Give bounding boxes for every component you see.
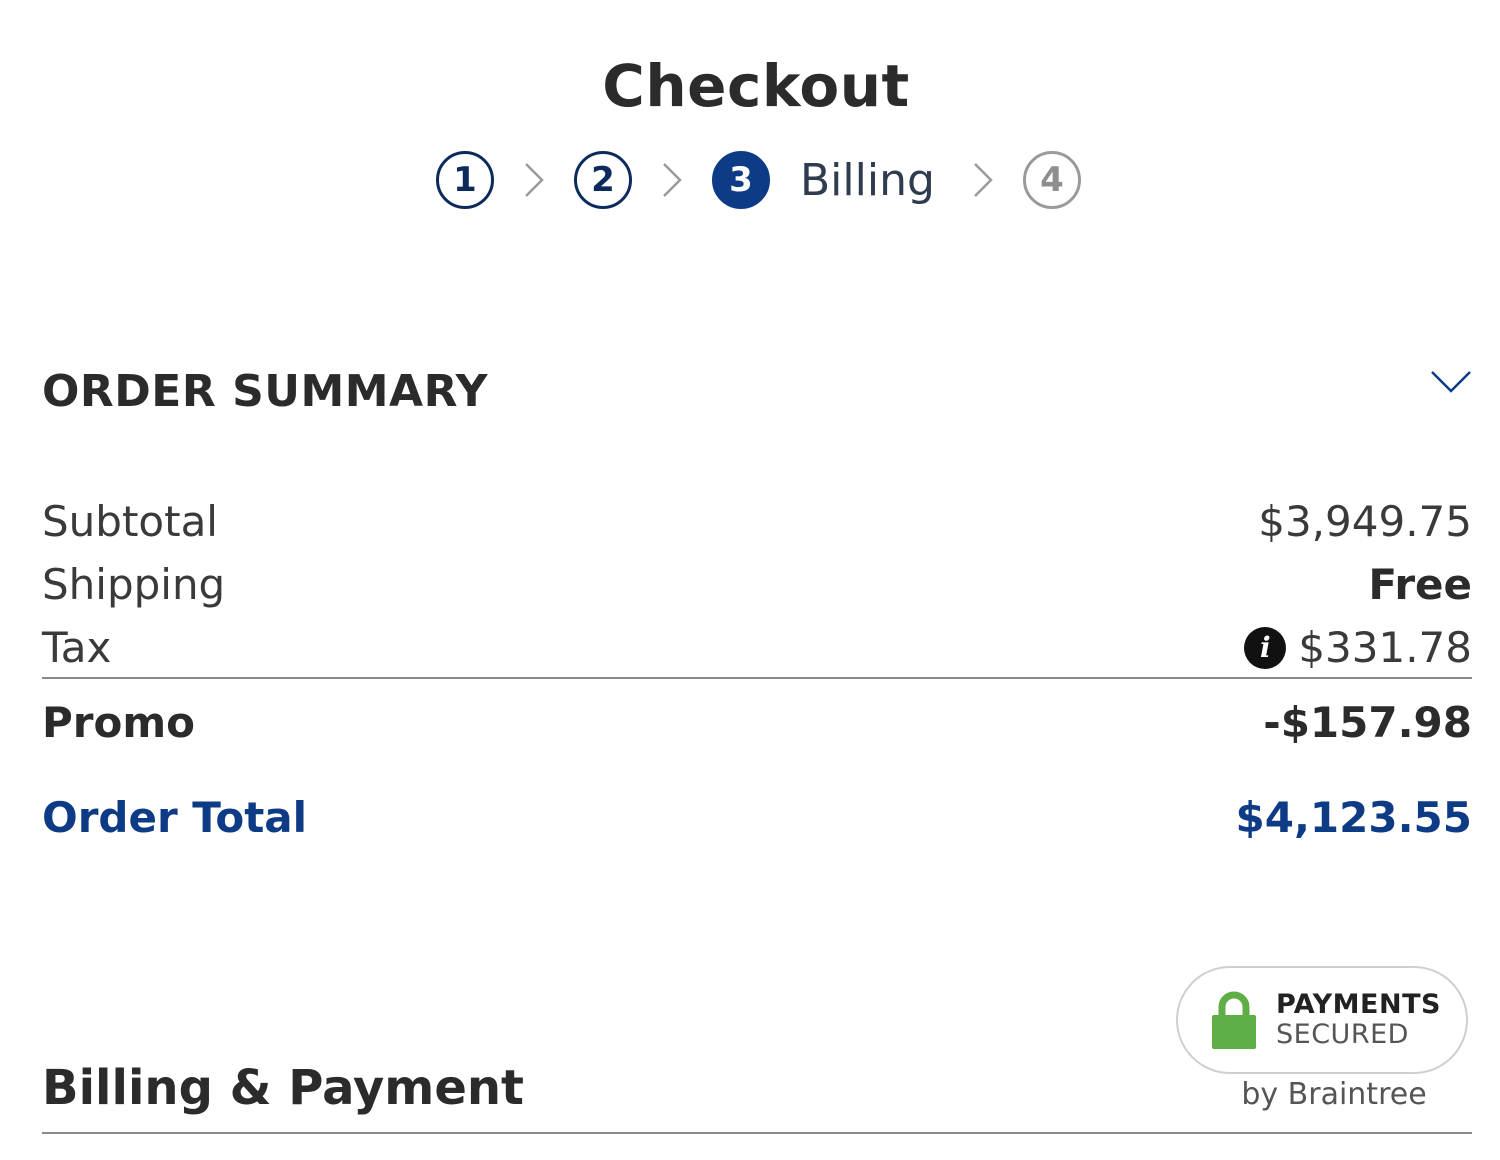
payments-secured-badge: PAYMENTS SECURED (1176, 966, 1468, 1074)
step-1-button[interactable]: 1 (436, 151, 494, 209)
subtotal-value: $3,949.75 (1258, 497, 1472, 546)
step-2-button[interactable]: 2 (574, 151, 632, 209)
step-3-current: 3 (712, 151, 770, 209)
checkout-stepper: 1 2 3 Billing 4 (436, 148, 1081, 212)
tax-label: Tax (42, 623, 112, 672)
step-4-upcoming: 4 (1022, 151, 1081, 209)
subtotal-row: Subtotal $3,949.75 (42, 490, 1472, 553)
order-total-row: Order Total $4,123.55 (42, 793, 1472, 842)
chevron-right-icon (963, 160, 1003, 200)
billing-divider (42, 1132, 1472, 1134)
chevron-down-icon[interactable] (1426, 364, 1476, 400)
padlock-icon (1212, 991, 1256, 1049)
summary-divider (42, 677, 1472, 679)
badge-subtitle: SECURED (1276, 1019, 1409, 1050)
badge-title: PAYMENTS (1276, 989, 1441, 1021)
promo-label: Promo (42, 698, 195, 747)
order-summary-list: Subtotal $3,949.75 Shipping Free Tax i $… (42, 490, 1472, 679)
chevron-right-icon (652, 160, 692, 200)
shipping-label: Shipping (42, 560, 226, 609)
tax-row: Tax i $331.78 (42, 616, 1472, 679)
tax-value: $331.78 (1298, 623, 1472, 672)
shipping-row: Shipping Free (42, 553, 1472, 616)
billing-section-title: Billing & Payment (42, 1060, 524, 1116)
order-total-value: $4,123.55 (1235, 793, 1472, 842)
badge-provider: by Braintree (1241, 1077, 1427, 1112)
step-3-label: Billing (800, 154, 935, 206)
info-icon[interactable]: i (1244, 626, 1287, 669)
order-total-label: Order Total (42, 793, 308, 842)
subtotal-label: Subtotal (42, 497, 218, 546)
promo-value: -$157.98 (1263, 698, 1472, 747)
page-title: Checkout (602, 52, 910, 120)
shipping-value: Free (1368, 560, 1472, 609)
chevron-right-icon (514, 160, 554, 200)
promo-row: Promo -$157.98 (42, 698, 1472, 747)
tax-value-group: i $331.78 (1244, 623, 1472, 672)
order-summary-title: ORDER SUMMARY (42, 366, 488, 417)
